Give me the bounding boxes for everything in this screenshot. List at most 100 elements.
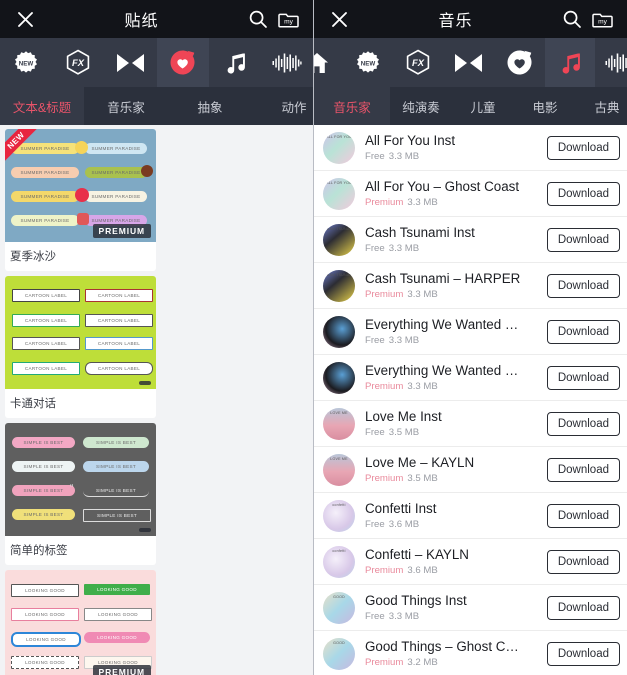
track-meta: Free 3.3 MB — [365, 150, 541, 163]
track-tier: Premium — [365, 380, 404, 392]
track-info: All For You – Ghost Coast Premium 3.3 MB — [365, 179, 541, 209]
track-row[interactable]: ALL FOR YOU All For You – Ghost Coast Prem… — [314, 171, 627, 217]
download-button[interactable]: Download — [546, 595, 620, 620]
fx-icon[interactable]: FX — [52, 38, 104, 87]
track-size: 3.6 MB — [407, 564, 438, 576]
close-icon[interactable] — [10, 4, 40, 34]
sticker-card[interactable]: CARTOON LABEL CARTOON LABEL CARTOON LABE… — [5, 276, 156, 418]
tab-musician[interactable]: 音乐家 — [314, 87, 390, 125]
album-art: ALL FOR YOU — [323, 131, 355, 164]
sticker-card[interactable]: SUMMER PARADISE SUMMER PARADISE SUMMER P… — [5, 129, 156, 271]
sticker-label: LOOKING GOOD — [84, 632, 150, 643]
tab-classical[interactable]: 古典 — [576, 87, 627, 125]
track-row[interactable]: LOVE ME Love Me – KAYLN Premium 3.5 MB Downl… — [314, 447, 627, 493]
download-button[interactable]: Download — [546, 411, 620, 436]
download-button[interactable]: Download — [546, 365, 620, 390]
track-info: Everything We Wanted … Premium 3.3 MB — [365, 363, 541, 393]
track-row[interactable]: CASH TSUNAMI Cash Tsunami – HARPER Premium… — [314, 263, 627, 309]
download-button[interactable]: Download — [546, 319, 620, 344]
download-button[interactable]: Download — [546, 227, 620, 252]
album-art-label: GOOD — [333, 640, 345, 645]
track-row[interactable]: Everything We Wanted … Premium 3.3 MB Downl… — [314, 355, 627, 401]
track-title: Confetti – KAYLN — [365, 546, 469, 562]
sound-effect-icon[interactable] — [595, 38, 627, 87]
sticker-icon-bar: NEW FX — [0, 38, 313, 87]
album-art: GOOD — [323, 637, 355, 670]
sticker-label: SIMPLE IS BEST — [83, 485, 149, 497]
sticker-label: SUMMER PARADISE — [11, 143, 79, 154]
sticker-card[interactable]: LOOKING GOOD LOOKING GOOD LOOKING GOOD L… — [5, 570, 156, 675]
track-meta: Free 3.5 MB — [365, 426, 541, 439]
transition-icon[interactable] — [104, 38, 156, 87]
track-row[interactable]: LOVE ME Love Me Inst Free 3.5 MB Download — [314, 401, 627, 447]
download-button[interactable]: Download — [546, 135, 620, 160]
svg-text:NEW: NEW — [19, 60, 34, 67]
sticker-header: 贴纸 my — [0, 0, 313, 38]
album-art: ALL FOR YOU — [323, 177, 355, 210]
sticker-label: SUMMER PARADISE — [85, 167, 147, 178]
track-row[interactable]: GOOD Good Things – Ghost C… Premium 3.2 MB D… — [314, 631, 627, 675]
track-meta: Premium 3.3 MB — [365, 288, 541, 301]
download-button[interactable]: Download — [546, 181, 620, 206]
tab-text-title[interactable]: 文本&标题 — [0, 87, 84, 125]
sticker-icon[interactable] — [494, 38, 545, 87]
new-icon[interactable]: NEW — [343, 38, 394, 87]
album-art-label: LOVE ME — [330, 456, 348, 461]
new-icon[interactable]: NEW — [0, 38, 52, 87]
music-header: 音乐 my — [314, 0, 627, 38]
my-folder-icon[interactable]: my — [273, 4, 303, 34]
track-size: 3.3 MB — [388, 334, 420, 346]
fx-icon[interactable]: FX — [393, 38, 444, 87]
album-art: LOVE ME — [323, 407, 355, 440]
download-button[interactable]: Download — [546, 549, 620, 574]
download-button[interactable]: Download — [546, 503, 620, 528]
sound-effect-icon[interactable] — [261, 38, 313, 87]
home-icon[interactable] — [314, 38, 343, 87]
sticker-icon[interactable] — [156, 38, 209, 87]
tab-abstract[interactable]: 抽象 — [168, 87, 252, 125]
track-tier: Free — [365, 426, 385, 438]
tab-action[interactable]: 动作 — [252, 87, 313, 125]
close-icon[interactable] — [324, 4, 354, 34]
tab-kids[interactable]: 儿童 — [452, 87, 514, 125]
track-title: Good Things Inst — [365, 592, 467, 608]
track-row[interactable]: confetti Confetti Inst Free 3.6 MB Download — [314, 493, 627, 539]
search-icon[interactable] — [243, 4, 273, 34]
track-meta: Premium 3.3 MB — [365, 380, 541, 393]
track-size: 3.3 MB — [388, 610, 420, 622]
track-row[interactable]: Everything We Wanted … Free 3.3 MB Download — [314, 309, 627, 355]
sticker-caption: 夏季冰沙 — [10, 251, 56, 263]
my-folder-icon[interactable]: my — [587, 4, 617, 34]
track-info: Love Me – KAYLN Premium 3.5 MB — [365, 455, 541, 485]
search-icon[interactable] — [557, 4, 587, 34]
svg-text:my: my — [598, 18, 607, 25]
music-icon[interactable] — [544, 38, 595, 87]
track-meta: Premium 3.2 MB — [365, 656, 541, 669]
tab-musician[interactable]: 音乐家 — [84, 87, 168, 125]
quote-glyph: “ — [70, 483, 74, 494]
track-row[interactable]: CASH TSUNAMI Cash Tsunami Inst Free 3.3 MB D… — [314, 217, 627, 263]
track-row[interactable]: confetti Confetti – KAYLN Premium 3.6 MB Dow… — [314, 539, 627, 585]
album-art: confetti — [323, 545, 355, 578]
download-button[interactable]: Download — [546, 273, 620, 298]
music-track-list[interactable]: ALL FOR YOU All For You Inst Free 3.3 MB Dow… — [314, 125, 627, 675]
sticker-category-tabs: 文本&标题 音乐家 抽象 动作 节日 — [0, 87, 313, 125]
sticker-label: LOOKING GOOD — [11, 584, 79, 597]
track-row[interactable]: GOOD Good Things Inst Free 3.3 MB Download — [314, 585, 627, 631]
download-button[interactable]: Download — [546, 457, 620, 482]
tab-movie[interactable]: 电影 — [514, 87, 576, 125]
track-size: 3.3 MB — [407, 380, 438, 392]
transition-icon[interactable] — [444, 38, 495, 87]
track-size: 3.6 MB — [388, 518, 420, 530]
premium-badge: PREMIUM — [92, 224, 151, 238]
track-tier: Free — [365, 334, 385, 346]
track-meta: Free 3.3 MB — [365, 242, 541, 255]
tab-instrumental[interactable]: 纯演奏 — [390, 87, 452, 125]
album-art: confetti — [323, 499, 355, 532]
sticker-label: SIMPLE IS BEST — [83, 461, 149, 472]
music-icon[interactable] — [209, 38, 261, 87]
album-art-label: confetti — [332, 502, 346, 507]
download-button[interactable]: Download — [546, 641, 620, 666]
sticker-card[interactable]: SIMPLE IS BEST SIMPLE IS BEST SIMPLE IS … — [5, 423, 156, 565]
track-row[interactable]: ALL FOR YOU All For You Inst Free 3.3 MB Dow… — [314, 125, 627, 171]
